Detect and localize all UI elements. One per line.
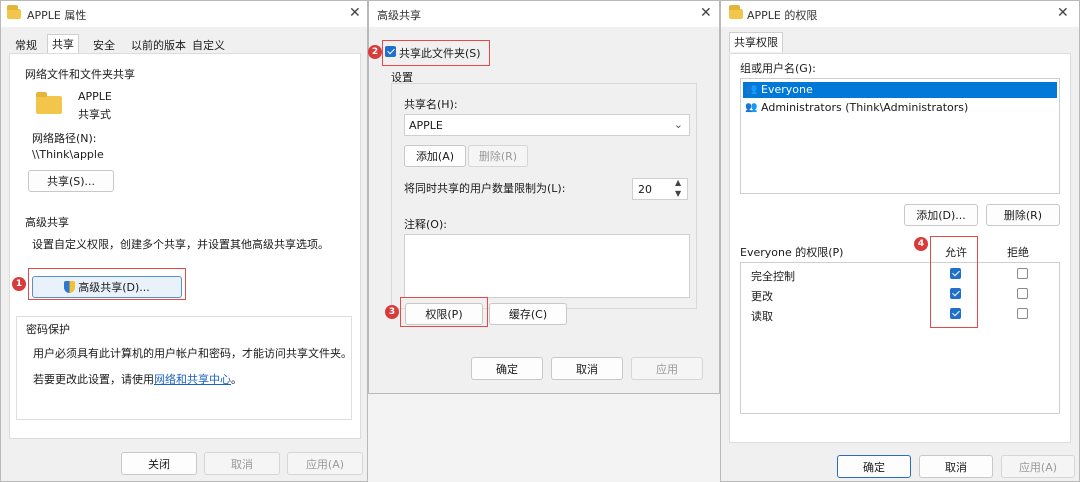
step-marker-1: 1 (12, 277, 26, 291)
users-icon: 👥 (745, 102, 758, 113)
titlebar: APPLE 的权限 ✕ (721, 1, 1079, 27)
list-item[interactable]: 👥 Administrators (Think\Administrators) (743, 100, 1057, 116)
network-path-label: 网络路径(N): (32, 132, 97, 145)
add-user-button[interactable]: 添加(D)... (904, 204, 978, 226)
titlebar: 高级共享 ✕ (369, 1, 719, 27)
tab-security[interactable]: 安全 (93, 37, 115, 53)
highlight-box-permissions (400, 297, 488, 327)
chevron-down-icon: ⌄ (673, 118, 683, 131)
deny-full-control-checkbox[interactable] (1017, 268, 1028, 279)
stepper-up-icon[interactable]: ▲ (675, 178, 681, 187)
ok-button[interactable]: 确定 (837, 455, 911, 478)
group-users-label: 组或用户名(G): (740, 62, 816, 75)
highlight-box-allow-column (930, 236, 978, 328)
network-sharing-center-link[interactable]: 网络和共享中心 (154, 373, 231, 386)
close-icon[interactable]: ✕ (1057, 5, 1069, 21)
caching-button[interactable]: 缓存(C) (489, 303, 567, 325)
list-item[interactable]: 👥 Everyone (743, 82, 1057, 98)
perm-name: 完全控制 (751, 270, 795, 283)
user-name: Administrators (Think\Administrators) (761, 101, 969, 114)
password-protection-group: 密码保护 用户必须具有此计算机的用户帐户和密码，才能访问共享文件夹。 若要更改此… (16, 316, 352, 420)
folder-status: 共享式 (78, 108, 111, 121)
step-marker-3: 3 (385, 305, 399, 319)
apply-button[interactable]: 应用(A) (287, 452, 363, 475)
change-prefix: 若要更改此设置，请使用 (33, 373, 154, 386)
close-button[interactable]: 关闭 (121, 452, 197, 475)
apply-button[interactable]: 应用(A) (1001, 455, 1075, 478)
group-title: 密码保护 (26, 323, 70, 336)
tab-sharing[interactable]: 共享 (47, 34, 79, 54)
advanced-share-desc: 设置自定义权限，创建多个共享，并设置其他高级共享选项。 (32, 238, 329, 251)
user-limit-label: 将同时共享的用户数量限制为(L): (404, 182, 566, 195)
stepper-down-icon[interactable]: ▼ (675, 189, 681, 198)
cancel-button[interactable]: 取消 (551, 357, 623, 380)
user-limit-value: 20 (638, 183, 652, 196)
remove-button[interactable]: 删除(R) (468, 145, 528, 167)
change-suffix: 。 (231, 373, 242, 386)
cancel-button[interactable]: 取消 (919, 455, 993, 478)
perm-name: 读取 (751, 310, 773, 323)
step-marker-4: 4 (914, 237, 928, 251)
deny-header: 拒绝 (1007, 246, 1029, 259)
highlight-box-share-folder (382, 40, 490, 66)
apple-properties-window: APPLE 属性 ✕ 常规 共享 安全 以前的版本 自定义 网络文件和文件夹共享… (0, 0, 368, 482)
share-button[interactable]: 共享(S)... (28, 170, 114, 192)
ok-button[interactable]: 确定 (471, 357, 543, 380)
tab-customize[interactable]: 自定义 (192, 37, 225, 53)
add-button[interactable]: 添加(A) (404, 145, 466, 167)
users-list[interactable]: 👥 Everyone 👥 Administrators (Think\Admin… (740, 78, 1060, 194)
window-title: APPLE 的权限 (747, 9, 818, 22)
comment-label: 注释(O): (404, 218, 447, 231)
perm-name: 更改 (751, 290, 773, 303)
highlight-box-advanced-share (28, 268, 186, 300)
step-marker-2: 2 (368, 45, 382, 59)
users-icon: 👥 (745, 84, 758, 95)
password-desc: 用户必须具有此计算机的用户帐户和密码，才能访问共享文件夹。 (33, 347, 352, 360)
share-name-value: APPLE (409, 119, 443, 132)
folder-icon (36, 92, 62, 114)
folder-icon (7, 5, 21, 19)
close-icon[interactable]: ✕ (349, 5, 361, 21)
window-title: APPLE 属性 (27, 9, 87, 22)
window-title: 高级共享 (377, 9, 421, 22)
tab-share-permissions[interactable]: 共享权限 (729, 32, 783, 52)
cancel-button[interactable]: 取消 (204, 452, 280, 475)
tab-general[interactable]: 常规 (15, 37, 37, 53)
deny-change-checkbox[interactable] (1017, 288, 1028, 299)
titlebar: APPLE 属性 ✕ (1, 1, 367, 27)
folder-name: APPLE (78, 90, 112, 103)
share-permissions-panel: 组或用户名(G): 👥 Everyone 👥 Administrators (T… (729, 53, 1071, 443)
group-title: 网络文件和文件夹共享 (25, 68, 135, 81)
folder-icon (729, 5, 743, 19)
sharing-panel: 网络文件和文件夹共享 APPLE 共享式 网络路径(N): \\Think\ap… (9, 53, 361, 439)
apply-button[interactable]: 应用 (631, 357, 703, 380)
password-change-text: 若要更改此设置，请使用网络和共享中心。 (33, 371, 242, 387)
share-name-label: 共享名(H): (404, 98, 458, 111)
permissions-window: APPLE 的权限 ✕ 共享权限 组或用户名(G): 👥 Everyone 👥 … (720, 0, 1080, 482)
remove-user-button[interactable]: 删除(R) (986, 204, 1060, 226)
comment-textarea[interactable] (404, 234, 690, 298)
permissions-table: 完全控制 更改 读取 (740, 262, 1060, 414)
close-icon[interactable]: ✕ (700, 5, 712, 21)
group-title: 高级共享 (25, 216, 69, 229)
tab-previous-versions[interactable]: 以前的版本 (131, 37, 186, 53)
user-limit-stepper[interactable]: 20 ▲ ▼ (632, 178, 688, 200)
user-name: Everyone (761, 83, 813, 96)
network-path-value: \\Think\apple (32, 148, 104, 161)
settings-group: 共享名(H): APPLE ⌄ 添加(A) 删除(R) 将同时共享的用户数量限制… (391, 83, 697, 309)
permissions-header: Everyone 的权限(P) (740, 246, 844, 259)
deny-read-checkbox[interactable] (1017, 308, 1028, 319)
share-name-select[interactable]: APPLE ⌄ (404, 114, 690, 136)
